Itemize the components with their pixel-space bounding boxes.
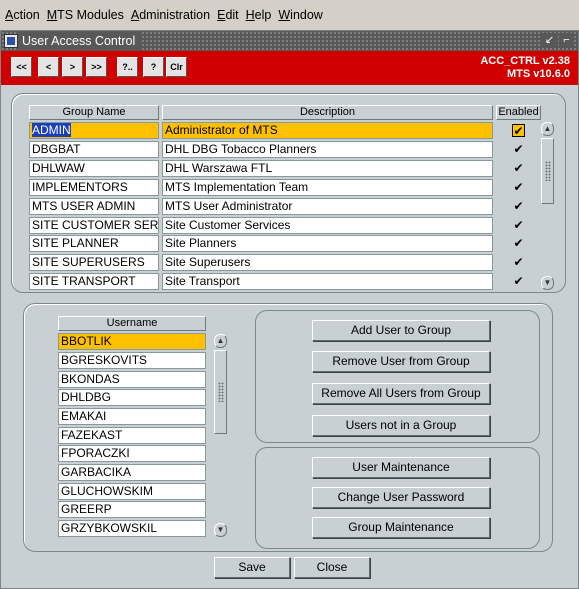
query-list-button[interactable]: ?.. [117, 57, 138, 77]
restore-icon[interactable]: ↙ [542, 33, 557, 48]
scroll-thumb[interactable] [214, 350, 227, 434]
version-info: ACC_CTRL v2.38 MTS v10.6.0 [480, 55, 570, 81]
enabled-checkbox[interactable]: ✔ [512, 237, 525, 250]
clear-button[interactable]: Clr [166, 57, 187, 77]
menu-administration-accel: A [130, 8, 140, 22]
user-list-item[interactable]: GRZYBKOWSKIL [58, 520, 206, 537]
group-description-cell[interactable]: Site Transport [162, 273, 493, 290]
close-button[interactable]: Close [294, 557, 370, 578]
group-name-cell[interactable]: DBGBAT [29, 141, 159, 158]
group-name-cell[interactable]: DHLWAW [29, 160, 159, 177]
group-name-header: Group Name [29, 105, 159, 120]
description-header: Description [162, 105, 493, 120]
users-not-in-group-button[interactable]: Users not in a Group [312, 415, 490, 436]
remove-all-users-from-group-button[interactable]: Remove All Users from Group [312, 383, 490, 404]
group-list-scrollbar[interactable]: ▲ ▼ [541, 122, 554, 290]
next-record-button[interactable]: > [62, 57, 83, 77]
scroll-down-icon[interactable]: ▼ [541, 276, 554, 290]
scroll-down-icon[interactable]: ▼ [214, 523, 227, 537]
group-description-cell[interactable]: MTS Implementation Team [162, 179, 493, 196]
group-name-text: ADMIN [32, 123, 71, 137]
group-name-cell[interactable]: SITE TRANSPORT [29, 273, 159, 290]
group-description-cell[interactable]: Site Superusers [162, 254, 493, 271]
group-name-cell[interactable]: SITE CUSTOMER SERV [29, 217, 159, 234]
user-access-control-window: User Access Control ↙ ⌐ << < > >> ?.. ? … [0, 30, 579, 589]
group-maintenance-button[interactable]: Group Maintenance [312, 517, 490, 538]
user-list-item[interactable]: BBOTLIK [58, 333, 206, 350]
save-button[interactable]: Save [214, 557, 290, 578]
last-record-button[interactable]: >> [86, 57, 107, 77]
window-title: User Access Control [18, 31, 142, 51]
menu-window[interactable]: Window [278, 8, 322, 22]
user-list-item[interactable]: DHLDBG [58, 389, 206, 406]
scroll-up-icon[interactable]: ▲ [214, 334, 227, 348]
user-list-item[interactable]: BKONDAS [58, 371, 206, 388]
menu-bar: Action MTS Modules Administration Edit H… [0, 0, 579, 30]
previous-record-button[interactable]: < [38, 57, 59, 77]
enabled-checkbox[interactable]: ✔ [512, 275, 525, 288]
group-name-cell[interactable]: SITE PLANNER [29, 235, 159, 252]
menu-edit-label: dit [225, 8, 239, 22]
user-list-item[interactable]: BGRESKOVITS [58, 352, 206, 369]
app-window-icon [4, 34, 18, 48]
add-user-to-group-button[interactable]: Add User to Group [312, 320, 490, 341]
group-name-cell[interactable]: IMPLEMENTORS [29, 179, 159, 196]
enabled-header: Enabled [496, 105, 541, 120]
menu-action-label: ction [13, 8, 40, 22]
group-name-cell[interactable]: MTS USER ADMIN [29, 198, 159, 215]
user-list-item[interactable]: FPORACZKI [58, 445, 206, 462]
form-version: ACC_CTRL v2.38 [480, 55, 570, 67]
menu-edit[interactable]: Edit [217, 8, 239, 22]
enabled-checkbox[interactable]: ✔ [512, 162, 525, 175]
user-maintenance-button[interactable]: User Maintenance [312, 457, 490, 478]
menu-mts-modules-accel: M [46, 8, 58, 22]
menu-administration-label: dministration [139, 8, 211, 22]
group-name-cell[interactable]: ADMIN [29, 122, 159, 139]
group-name-cell[interactable]: SITE SUPERUSERS [29, 254, 159, 271]
user-list-item[interactable]: GARBACIKA [58, 464, 206, 481]
change-user-password-button[interactable]: Change User Password [312, 487, 490, 508]
mts-version: MTS v10.6.0 [507, 68, 570, 80]
group-description-cell[interactable]: DHL DBG Tobacco Planners [162, 141, 493, 158]
user-list-item[interactable]: EMAKAI [58, 408, 206, 425]
user-list-item[interactable]: GLUCHOWSKIM [58, 483, 206, 500]
menu-administration[interactable]: Administration [131, 8, 210, 22]
toolbar: << < > >> ?.. ? Clr ACC_CTRL v2.38 MTS v… [1, 51, 578, 85]
username-header: Username [58, 316, 206, 331]
first-record-button[interactable]: << [11, 57, 32, 77]
menu-mts-modules-label: TS Modules [57, 8, 124, 22]
enabled-checkbox[interactable]: ✔ [512, 256, 525, 269]
user-list-item[interactable]: GREERP [58, 501, 206, 518]
menu-window-label: indow [290, 8, 323, 22]
group-description-cell[interactable]: Site Planners [162, 235, 493, 252]
maximize-icon[interactable]: ⌐ [559, 33, 574, 48]
user-list-item[interactable]: FAZEKAST [58, 427, 206, 444]
enabled-checkbox[interactable]: ✔ [512, 181, 525, 194]
menu-help[interactable]: Help [246, 8, 272, 22]
enabled-checkbox[interactable]: ✔ [512, 200, 525, 213]
menu-action[interactable]: Action [5, 8, 40, 22]
group-description-cell[interactable]: DHL Warszawa FTL [162, 160, 493, 177]
group-description-cell[interactable]: Administrator of MTS [162, 122, 493, 139]
enabled-checkbox[interactable]: ✔ [512, 143, 525, 156]
menu-help-label: elp [254, 8, 272, 22]
window-titlebar[interactable]: User Access Control ↙ ⌐ [1, 31, 578, 51]
query-button[interactable]: ? [143, 57, 164, 77]
enabled-checkbox[interactable]: ✔ [512, 124, 525, 138]
user-list-scrollbar[interactable]: ▲ ▼ [214, 334, 227, 537]
menu-mts-modules[interactable]: MTS Modules [47, 8, 124, 22]
scroll-thumb[interactable] [541, 138, 554, 204]
enabled-checkbox[interactable]: ✔ [512, 219, 525, 232]
group-description-cell[interactable]: MTS User Administrator [162, 198, 493, 215]
remove-user-from-group-button[interactable]: Remove User from Group [312, 351, 490, 372]
group-description-cell[interactable]: Site Customer Services [162, 217, 493, 234]
menu-window-accel: W [278, 8, 291, 22]
menu-help-accel: H [245, 8, 255, 22]
scroll-up-icon[interactable]: ▲ [541, 122, 554, 136]
